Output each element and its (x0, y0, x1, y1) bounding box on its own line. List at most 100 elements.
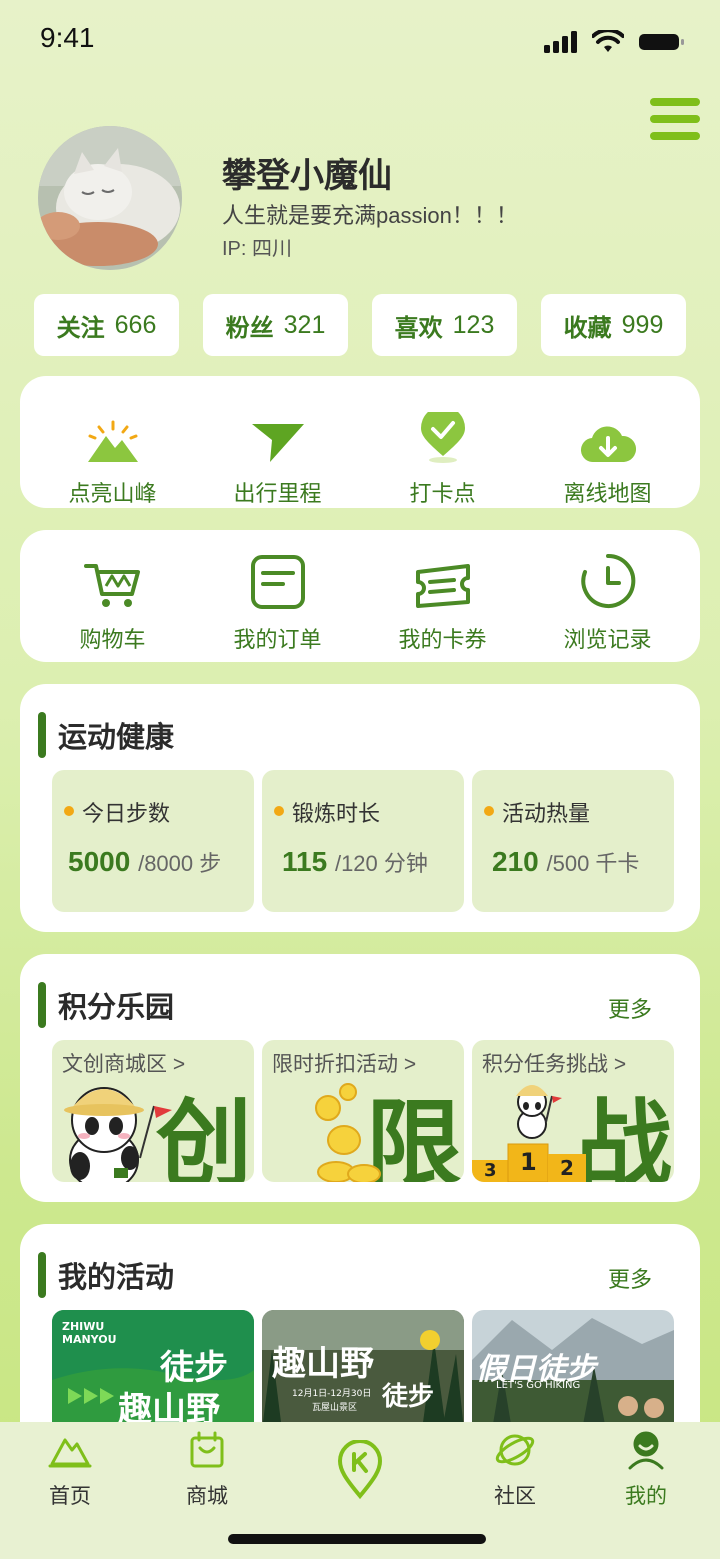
activities-section-title: 我的活动 (38, 1252, 174, 1298)
tab-label: 社区 (494, 1485, 536, 1508)
promo-big-char: 战 (576, 1092, 672, 1183)
health-value: 115 (282, 846, 328, 877)
checkin-pin-icon (420, 412, 465, 463)
banner-brand: ZHIWU MANYOU (62, 1320, 117, 1347)
activity-banner-1[interactable]: ZHIWU MANYOU 徒步 趣山野 (52, 1310, 254, 1430)
stats-row: 关注 666 粉丝 321 喜欢 123 收藏 999 (34, 294, 686, 356)
action-coupons[interactable]: 我的卡券 (363, 550, 523, 654)
clock-icon (580, 553, 635, 608)
points-section-title: 积分乐园 (38, 982, 174, 1028)
tab-mine[interactable]: 我的 (596, 1430, 696, 1510)
health-value: 5000 (68, 846, 131, 877)
health-calories[interactable]: 活动热量 210 /500 千卡 (472, 770, 674, 912)
stat-label: 粉丝 (225, 314, 274, 342)
action-label: 我的卡券 (398, 627, 487, 652)
action-offline-map[interactable]: 离线地图 (528, 404, 688, 508)
person-icon (628, 1431, 664, 1470)
activity-banner-3[interactable]: 假日徒步 LET'S GO HIKING (472, 1310, 674, 1430)
cloud-download-icon (580, 426, 636, 463)
tab-home[interactable]: 首页 (20, 1430, 120, 1510)
promo-points-challenge[interactable]: 积分任务挑战 > 战 3 1 2 (472, 1040, 674, 1182)
stat-label: 关注 (56, 314, 105, 342)
home-indicator[interactable] (228, 1534, 486, 1544)
stat-followers[interactable]: 粉丝 321 (203, 294, 348, 356)
action-mileage[interactable]: 出行里程 (198, 404, 358, 508)
stat-value: 321 (283, 310, 326, 339)
activities-more-link[interactable]: 更多 (608, 1262, 652, 1294)
action-label: 点亮山峰 (68, 481, 157, 506)
cat-avatar-image (38, 126, 182, 270)
action-label: 打卡点 (409, 481, 476, 506)
action-label: 出行里程 (233, 481, 322, 506)
health-duration[interactable]: 锻炼时长 115 /120 分钟 (262, 770, 464, 912)
health-label: 锻炼时长 (292, 801, 381, 826)
action-orders[interactable]: 我的订单 (198, 550, 358, 654)
action-light-peak[interactable]: 点亮山峰 (33, 404, 193, 508)
menu-line (650, 98, 700, 106)
tab-community[interactable]: 社区 (465, 1430, 565, 1510)
action-cart[interactable]: 购物车 (33, 550, 193, 654)
health-label: 活动热量 (502, 801, 591, 826)
health-steps[interactable]: 今日步数 5000 /8000 步 (52, 770, 254, 912)
activity-banner-2[interactable]: 趣山野 徒步 12月1日-12月30日 瓦屋山景区 (262, 1310, 464, 1430)
planet-icon (495, 1434, 535, 1466)
action-label: 浏览记录 (563, 627, 652, 652)
promo-flash-sale[interactable]: 限时折扣活动 > 限 (262, 1040, 464, 1182)
health-value: 210 (492, 846, 539, 877)
banner-line2: 徒步 (382, 1382, 435, 1412)
battery-icon (639, 34, 684, 50)
signal-icon (544, 31, 577, 53)
stat-following[interactable]: 关注 666 (34, 294, 179, 356)
menu-line (650, 132, 700, 140)
points-more-link[interactable]: 更多 (608, 992, 652, 1024)
gold-coins-icon (315, 1083, 381, 1182)
quick-actions-card: 点亮山峰 出行里程 打卡点 离线地图 (20, 376, 700, 508)
shop-bag-icon (190, 1431, 224, 1468)
status-bar: 9:41 (0, 0, 720, 80)
mountain-sun-icon (87, 420, 138, 462)
action-checkin[interactable]: 打卡点 (363, 404, 523, 508)
wifi-icon (592, 30, 624, 52)
avatar[interactable] (38, 126, 182, 270)
cart-icon (83, 564, 140, 607)
points-card: 积分乐园 更多 文创商城区 > 创 限时折扣活动 > 限 积分任务挑战 > 战 … (20, 954, 700, 1202)
stat-value: 666 (114, 310, 157, 339)
ticket-icon (415, 564, 470, 608)
banner-place: 瓦屋山景区 (312, 1403, 358, 1413)
stat-favorites[interactable]: 收藏 999 (541, 294, 686, 356)
banner-line1: 趣山野 (272, 1344, 374, 1384)
status-time: 9:41 (40, 22, 95, 53)
promo-title: 积分任务挑战 > (482, 1053, 627, 1076)
paper-plane-icon (251, 424, 304, 462)
menu-line (650, 115, 700, 123)
health-card: 运动健康 今日步数 5000 /8000 步 锻炼时长 115 /120 分钟 … (20, 684, 700, 932)
tab-shop[interactable]: 商城 (157, 1430, 257, 1510)
stat-label: 喜欢 (394, 314, 443, 342)
tab-center-action[interactable] (310, 1440, 410, 1500)
username: 攀登小魔仙 (222, 157, 392, 195)
menu-button[interactable] (650, 98, 700, 140)
stat-label: 收藏 (563, 314, 612, 342)
panda-mascot-icon (64, 1087, 172, 1182)
user-bio: 人生就是要充满passion！！！ (222, 203, 518, 228)
promo-creative-mall[interactable]: 文创商城区 > 创 (52, 1040, 254, 1182)
action-history[interactable]: 浏览记录 (528, 550, 688, 654)
location-pin-icon (337, 1440, 383, 1500)
health-target: /120 分钟 (334, 851, 428, 876)
tab-label: 我的 (625, 1485, 667, 1508)
health-target: /8000 步 (138, 851, 222, 876)
shop-actions-card: 购物车 我的订单 我的卡券 浏览记录 (20, 530, 700, 662)
section-title-text: 积分乐园 (58, 992, 175, 1024)
stat-likes[interactable]: 喜欢 123 (372, 294, 517, 356)
podium-second: 2 (560, 1156, 574, 1180)
stat-value: 123 (452, 310, 495, 339)
section-title-text: 运动健康 (58, 722, 175, 754)
health-label: 今日步数 (82, 801, 171, 826)
action-label: 购物车 (79, 627, 146, 652)
banner-line2: LET'S GO HIKING (496, 1380, 581, 1391)
ip-location: IP: 四川 (222, 238, 293, 260)
tab-label: 商城 (186, 1485, 228, 1508)
order-icon (250, 555, 305, 609)
mountain-icon (48, 1438, 92, 1468)
banner-date: 12月1日-12月30日 (292, 1389, 372, 1399)
